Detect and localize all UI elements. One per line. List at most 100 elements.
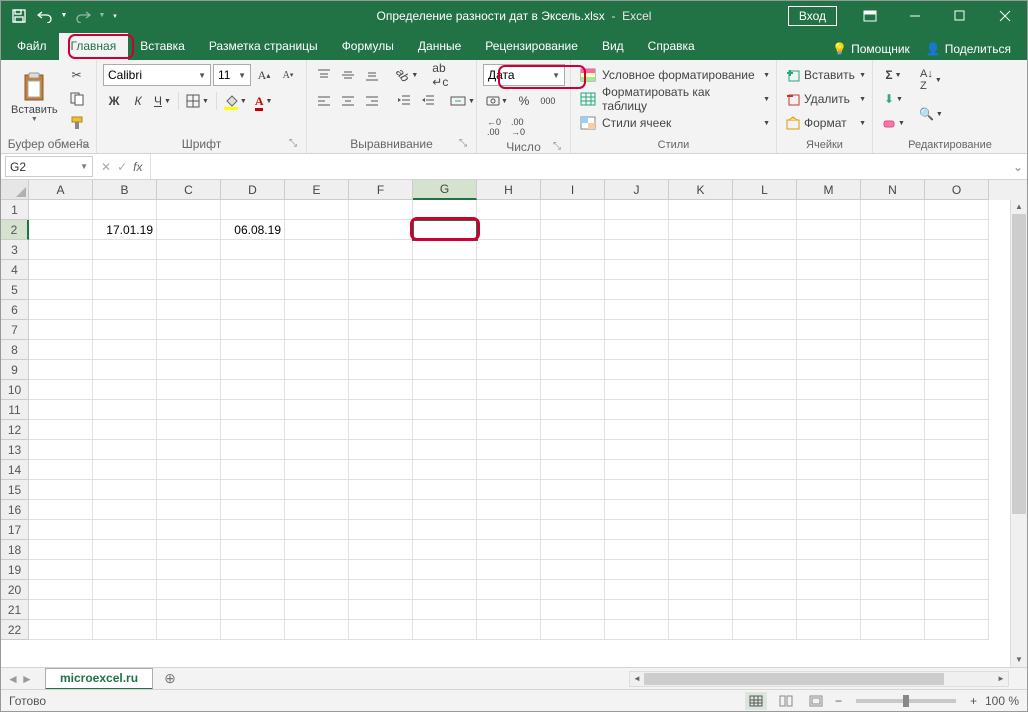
cell-M4[interactable] bbox=[797, 260, 861, 280]
cell-B19[interactable] bbox=[93, 560, 157, 580]
tab-page-layout[interactable]: Разметка страницы bbox=[197, 33, 330, 60]
accounting-format-button[interactable]: ▼ bbox=[483, 90, 511, 112]
cell-J22[interactable] bbox=[605, 620, 669, 640]
cell-A10[interactable] bbox=[29, 380, 93, 400]
zoom-out-button[interactable]: − bbox=[835, 694, 842, 708]
cell-I2[interactable] bbox=[541, 220, 605, 240]
cell-K19[interactable] bbox=[669, 560, 733, 580]
expand-formula-bar[interactable]: ⌄ bbox=[1009, 160, 1027, 174]
cell-D15[interactable] bbox=[221, 480, 285, 500]
cell-C6[interactable] bbox=[157, 300, 221, 320]
cell-M14[interactable] bbox=[797, 460, 861, 480]
row-header-14[interactable]: 14 bbox=[1, 460, 29, 480]
cell-K11[interactable] bbox=[669, 400, 733, 420]
zoom-level[interactable]: 100 % bbox=[985, 694, 1019, 708]
col-header-E[interactable]: E bbox=[285, 180, 349, 200]
cell-O10[interactable] bbox=[925, 380, 989, 400]
col-header-H[interactable]: H bbox=[477, 180, 541, 200]
cell-C13[interactable] bbox=[157, 440, 221, 460]
hscroll-thumb[interactable] bbox=[644, 673, 944, 685]
cell-K17[interactable] bbox=[669, 520, 733, 540]
col-header-M[interactable]: M bbox=[797, 180, 861, 200]
cell-G21[interactable] bbox=[413, 600, 477, 620]
cell-M9[interactable] bbox=[797, 360, 861, 380]
cell-F11[interactable] bbox=[349, 400, 413, 420]
cell-F21[interactable] bbox=[349, 600, 413, 620]
paste-button[interactable]: Вставить ▼ bbox=[7, 64, 62, 130]
cell-L14[interactable] bbox=[733, 460, 797, 480]
cell-B6[interactable] bbox=[93, 300, 157, 320]
cell-L8[interactable] bbox=[733, 340, 797, 360]
cell-H19[interactable] bbox=[477, 560, 541, 580]
cell-L11[interactable] bbox=[733, 400, 797, 420]
cell-G20[interactable] bbox=[413, 580, 477, 600]
cell-A8[interactable] bbox=[29, 340, 93, 360]
cell-E18[interactable] bbox=[285, 540, 349, 560]
cell-N6[interactable] bbox=[861, 300, 925, 320]
cell-B13[interactable] bbox=[93, 440, 157, 460]
cell-O6[interactable] bbox=[925, 300, 989, 320]
cell-B1[interactable] bbox=[93, 200, 157, 220]
cell-L20[interactable] bbox=[733, 580, 797, 600]
cell-B8[interactable] bbox=[93, 340, 157, 360]
cell-B3[interactable] bbox=[93, 240, 157, 260]
row-header-15[interactable]: 15 bbox=[1, 480, 29, 500]
cell-O11[interactable] bbox=[925, 400, 989, 420]
cell-E8[interactable] bbox=[285, 340, 349, 360]
cell-J17[interactable] bbox=[605, 520, 669, 540]
cell-H1[interactable] bbox=[477, 200, 541, 220]
cell-D18[interactable] bbox=[221, 540, 285, 560]
cell-I13[interactable] bbox=[541, 440, 605, 460]
cell-L4[interactable] bbox=[733, 260, 797, 280]
cell-B4[interactable] bbox=[93, 260, 157, 280]
cell-K9[interactable] bbox=[669, 360, 733, 380]
cell-F5[interactable] bbox=[349, 280, 413, 300]
cell-O13[interactable] bbox=[925, 440, 989, 460]
format-painter-button[interactable] bbox=[66, 112, 88, 134]
cell-H15[interactable] bbox=[477, 480, 541, 500]
col-header-C[interactable]: C bbox=[157, 180, 221, 200]
cell-K18[interactable] bbox=[669, 540, 733, 560]
delete-cells-button[interactable]: Удалить▼ bbox=[783, 88, 869, 110]
cell-L2[interactable] bbox=[733, 220, 797, 240]
cell-B20[interactable] bbox=[93, 580, 157, 600]
cell-M21[interactable] bbox=[797, 600, 861, 620]
cut-button[interactable]: ✂ bbox=[66, 64, 88, 86]
alignment-launcher[interactable]: ⤡ bbox=[456, 136, 470, 150]
cell-F18[interactable] bbox=[349, 540, 413, 560]
cell-N13[interactable] bbox=[861, 440, 925, 460]
cell-B7[interactable] bbox=[93, 320, 157, 340]
cell-I4[interactable] bbox=[541, 260, 605, 280]
cell-D3[interactable] bbox=[221, 240, 285, 260]
cell-E13[interactable] bbox=[285, 440, 349, 460]
cell-I10[interactable] bbox=[541, 380, 605, 400]
cell-D4[interactable] bbox=[221, 260, 285, 280]
row-header-22[interactable]: 22 bbox=[1, 620, 29, 640]
redo-dropdown[interactable]: ▼ bbox=[97, 4, 107, 28]
cell-K3[interactable] bbox=[669, 240, 733, 260]
cell-D10[interactable] bbox=[221, 380, 285, 400]
cell-B18[interactable] bbox=[93, 540, 157, 560]
cell-M20[interactable] bbox=[797, 580, 861, 600]
cell-F16[interactable] bbox=[349, 500, 413, 520]
cell-K16[interactable] bbox=[669, 500, 733, 520]
clipboard-launcher[interactable]: ⤡ bbox=[76, 136, 90, 150]
cell-N3[interactable] bbox=[861, 240, 925, 260]
align-top-button[interactable] bbox=[313, 64, 335, 86]
cell-J16[interactable] bbox=[605, 500, 669, 520]
cell-G3[interactable] bbox=[413, 240, 477, 260]
cell-O19[interactable] bbox=[925, 560, 989, 580]
cell-D13[interactable] bbox=[221, 440, 285, 460]
cell-C12[interactable] bbox=[157, 420, 221, 440]
cell-O2[interactable] bbox=[925, 220, 989, 240]
cell-G13[interactable] bbox=[413, 440, 477, 460]
cell-O8[interactable] bbox=[925, 340, 989, 360]
cell-F7[interactable] bbox=[349, 320, 413, 340]
cell-F14[interactable] bbox=[349, 460, 413, 480]
borders-button[interactable]: ▼ bbox=[183, 90, 212, 112]
row-header-10[interactable]: 10 bbox=[1, 380, 29, 400]
cell-G10[interactable] bbox=[413, 380, 477, 400]
row-header-6[interactable]: 6 bbox=[1, 300, 29, 320]
cell-O5[interactable] bbox=[925, 280, 989, 300]
align-center-button[interactable] bbox=[337, 90, 359, 112]
